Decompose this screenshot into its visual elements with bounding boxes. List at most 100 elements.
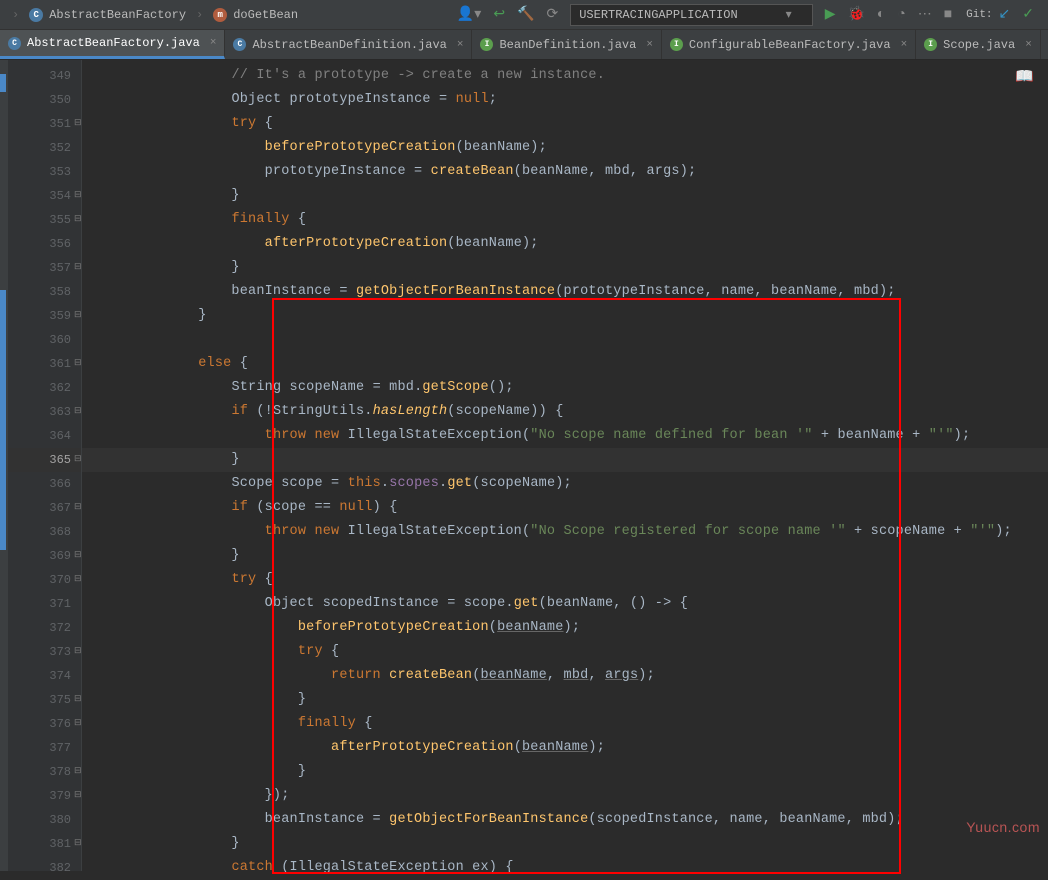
- run-configuration-dropdown[interactable]: USERTRACINGAPPLICATION ▾: [570, 4, 812, 26]
- line-number[interactable]: 352: [0, 136, 81, 160]
- close-icon[interactable]: ×: [210, 37, 217, 49]
- tab-label: BeanDefinition.java: [499, 38, 636, 52]
- code-line[interactable]: if (scope == null) {: [82, 496, 1048, 520]
- line-number[interactable]: 381⊟: [0, 832, 81, 856]
- code-line[interactable]: }: [82, 304, 1048, 328]
- code-line[interactable]: beforePrototypeCreation(beanName);: [82, 616, 1048, 640]
- code-line[interactable]: throw new IllegalStateException("No Scop…: [82, 520, 1048, 544]
- line-number[interactable]: 350: [0, 88, 81, 112]
- line-number[interactable]: 351⊟: [0, 112, 81, 136]
- code-line[interactable]: }: [82, 832, 1048, 856]
- profile-button[interactable]: ◔: [897, 7, 905, 23]
- reload-icon[interactable]: ⟳: [546, 6, 558, 23]
- tab-abstractbeandefinition-java[interactable]: CAbstractBeanDefinition.java×: [225, 30, 472, 59]
- close-icon[interactable]: ×: [901, 39, 908, 51]
- close-icon[interactable]: ×: [457, 39, 464, 51]
- code-line[interactable]: try {: [82, 640, 1048, 664]
- line-number[interactable]: 360: [0, 328, 81, 352]
- reader-mode-icon[interactable]: 📖: [1015, 66, 1034, 90]
- code-line[interactable]: // It's a prototype -> create a new inst…: [82, 64, 1048, 88]
- code-line[interactable]: afterPrototypeCreation(beanName);: [82, 232, 1048, 256]
- line-number[interactable]: 356: [0, 232, 81, 256]
- line-number[interactable]: 382: [0, 856, 81, 880]
- code-line[interactable]: finally {: [82, 208, 1048, 232]
- line-number[interactable]: 373⊟: [0, 640, 81, 664]
- interface-icon: I: [924, 38, 937, 51]
- code-line[interactable]: Object prototypeInstance = null;: [82, 88, 1048, 112]
- code-line[interactable]: }: [82, 760, 1048, 784]
- line-number[interactable]: 362: [0, 376, 81, 400]
- line-number[interactable]: 355⊟: [0, 208, 81, 232]
- line-number[interactable]: 380: [0, 808, 81, 832]
- line-number[interactable]: 349: [0, 64, 81, 88]
- line-number[interactable]: 367⊟: [0, 496, 81, 520]
- code-line[interactable]: }: [82, 688, 1048, 712]
- line-number[interactable]: 378⊟: [0, 760, 81, 784]
- line-number[interactable]: 375⊟: [0, 688, 81, 712]
- line-number[interactable]: 361⊟: [0, 352, 81, 376]
- line-number[interactable]: 368: [0, 520, 81, 544]
- line-number[interactable]: 354⊟: [0, 184, 81, 208]
- code-line[interactable]: try {: [82, 112, 1048, 136]
- close-icon[interactable]: ×: [1025, 39, 1032, 51]
- code-line[interactable]: beanInstance = getObjectForBeanInstance(…: [82, 280, 1048, 304]
- line-number[interactable]: 366: [0, 472, 81, 496]
- close-icon[interactable]: ×: [646, 39, 653, 51]
- code-line[interactable]: prototypeInstance = createBean(beanName,…: [82, 160, 1048, 184]
- code-line[interactable]: return createBean(beanName, mbd, args);: [82, 664, 1048, 688]
- line-number[interactable]: 372: [0, 616, 81, 640]
- code-line[interactable]: catch (IllegalStateException ex) {: [82, 856, 1048, 880]
- stop-button[interactable]: ■: [944, 7, 952, 23]
- line-number[interactable]: 365⊟: [0, 448, 81, 472]
- editor-area[interactable]: 349350351⊟352353354⊟355⊟356357⊟358359⊟36…: [0, 60, 1048, 871]
- code-line[interactable]: }: [82, 184, 1048, 208]
- run-button[interactable]: ▶: [825, 6, 836, 23]
- code-line[interactable]: }: [82, 448, 1048, 472]
- line-number-gutter[interactable]: 349350351⊟352353354⊟355⊟356357⊟358359⊟36…: [0, 60, 82, 871]
- code-line[interactable]: String scopeName = mbd.getScope();: [82, 376, 1048, 400]
- git-commit-icon[interactable]: ✓: [1022, 6, 1034, 23]
- coverage-button[interactable]: ◐: [877, 7, 885, 23]
- code-line[interactable]: Object scopedInstance = scope.get(beanNa…: [82, 592, 1048, 616]
- code-area[interactable]: // It's a prototype -> create a new inst…: [82, 60, 1048, 871]
- tab-scope-java[interactable]: IScope.java×: [916, 30, 1041, 59]
- tab-beandefinition-java[interactable]: IBeanDefinition.java×: [472, 30, 661, 59]
- tab-abstractbeanfactory-java[interactable]: CAbstractBeanFactory.java×: [0, 30, 225, 59]
- line-number[interactable]: 357⊟: [0, 256, 81, 280]
- back-icon[interactable]: ↩: [493, 6, 505, 23]
- breadcrumb[interactable]: › C AbstractBeanFactory › m doGetBean: [8, 8, 298, 22]
- git-update-icon[interactable]: ↙: [999, 6, 1011, 23]
- debug-button[interactable]: 🐞: [847, 6, 864, 23]
- vcs-marker: [0, 74, 6, 92]
- line-number[interactable]: 359⊟: [0, 304, 81, 328]
- line-number[interactable]: 377: [0, 736, 81, 760]
- attach-button[interactable]: ⋯: [918, 6, 932, 23]
- code-line[interactable]: }: [82, 544, 1048, 568]
- line-number[interactable]: 358: [0, 280, 81, 304]
- line-number[interactable]: 371: [0, 592, 81, 616]
- code-line[interactable]: throw new IllegalStateException("No scop…: [82, 424, 1048, 448]
- tab-configurablebeanfactory-java[interactable]: IConfigurableBeanFactory.java×: [662, 30, 916, 59]
- line-number[interactable]: 379⊟: [0, 784, 81, 808]
- line-number[interactable]: 369⊟: [0, 544, 81, 568]
- code-line[interactable]: else {: [82, 352, 1048, 376]
- code-line[interactable]: beanInstance = getObjectForBeanInstance(…: [82, 808, 1048, 832]
- line-number[interactable]: 374: [0, 664, 81, 688]
- code-line[interactable]: try {: [82, 568, 1048, 592]
- code-line[interactable]: finally {: [82, 712, 1048, 736]
- line-number[interactable]: 376⊟: [0, 712, 81, 736]
- code-line[interactable]: Scope scope = this.scopes.get(scopeName)…: [82, 472, 1048, 496]
- code-line[interactable]: beforePrototypeCreation(beanName);: [82, 136, 1048, 160]
- hammer-icon[interactable]: 🔨: [517, 6, 534, 23]
- code-line[interactable]: }: [82, 256, 1048, 280]
- code-line[interactable]: [82, 328, 1048, 352]
- line-number[interactable]: 370⊟: [0, 568, 81, 592]
- code-line[interactable]: });: [82, 784, 1048, 808]
- tab-overflow[interactable]: C▾: [1041, 30, 1048, 59]
- line-number[interactable]: 363⊟: [0, 400, 81, 424]
- code-line[interactable]: if (!StringUtils.hasLength(scopeName)) {: [82, 400, 1048, 424]
- user-icon[interactable]: 👤▾: [457, 6, 481, 23]
- line-number[interactable]: 353: [0, 160, 81, 184]
- code-line[interactable]: afterPrototypeCreation(beanName);: [82, 736, 1048, 760]
- line-number[interactable]: 364: [0, 424, 81, 448]
